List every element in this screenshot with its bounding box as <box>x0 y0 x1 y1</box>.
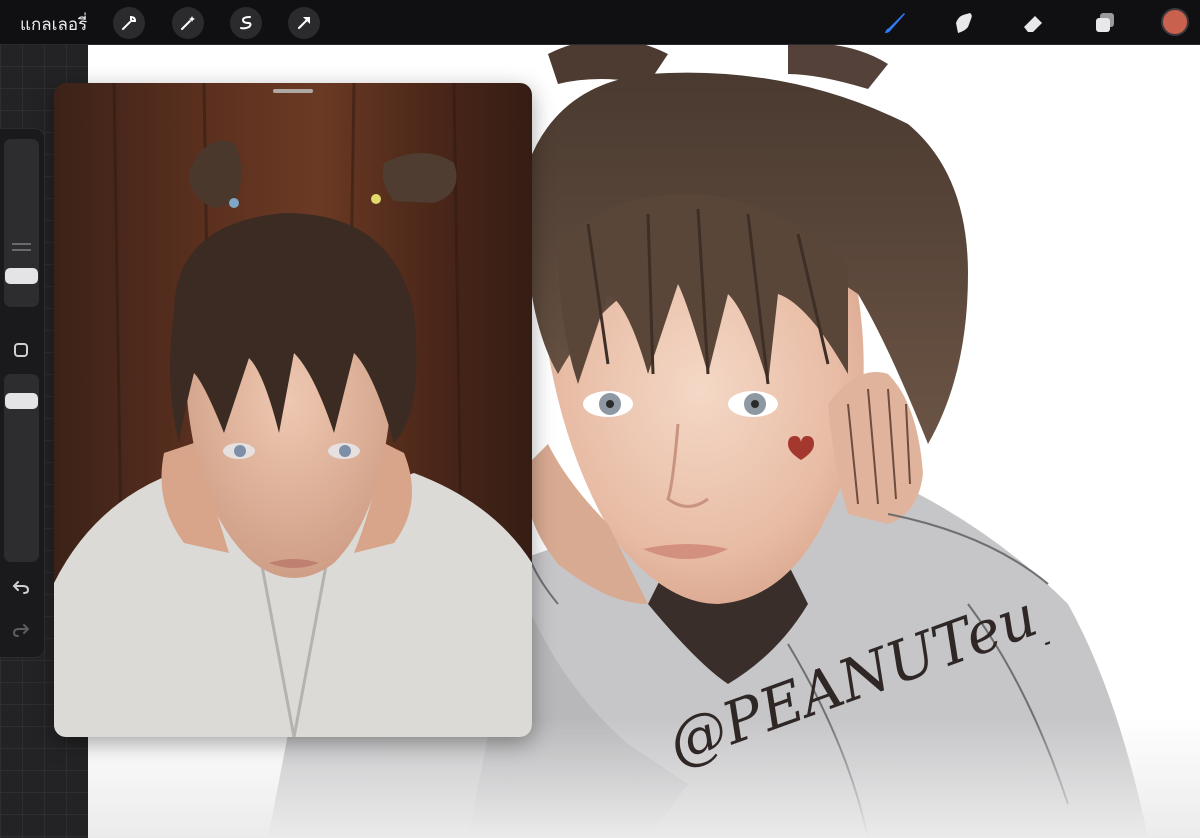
reference-window[interactable] <box>54 83 532 737</box>
slider-grip-icon <box>12 243 31 245</box>
gallery-button[interactable]: แกลเลอรี่ <box>20 11 87 38</box>
smudge-icon[interactable] <box>947 6 981 40</box>
opacity-thumb[interactable] <box>5 393 38 409</box>
left-sidebar <box>0 128 45 658</box>
undo-icon[interactable] <box>10 576 32 598</box>
selection-icon[interactable] <box>230 7 262 39</box>
color-picker-button[interactable] <box>1161 8 1189 36</box>
signature-text: @PEANUTeu_ <box>659 583 1050 768</box>
modify-square-icon[interactable] <box>10 339 32 361</box>
redo-icon[interactable] <box>10 619 32 641</box>
reference-photo <box>54 83 532 737</box>
magic-wand-icon[interactable] <box>172 7 204 39</box>
signature: @PEANUTeu_ <box>659 583 1050 768</box>
transform-arrow-icon[interactable] <box>288 7 320 39</box>
wrench-icon[interactable] <box>113 7 145 39</box>
eraser-icon[interactable] <box>1017 6 1051 40</box>
top-toolbar: แกลเลอรี่ <box>0 0 1200 45</box>
reference-drag-handle[interactable] <box>273 89 313 93</box>
brush-size-thumb[interactable] <box>5 268 38 284</box>
brush-icon[interactable] <box>877 6 911 40</box>
layers-icon[interactable] <box>1088 6 1122 40</box>
